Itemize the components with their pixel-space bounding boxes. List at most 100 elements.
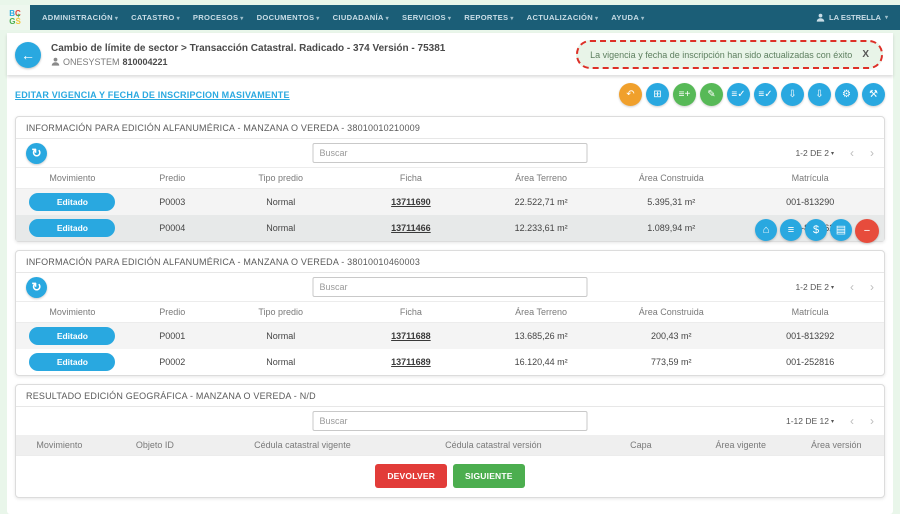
actions-row: EDITAR VIGENCIA Y FECHA DE INSCRIPCION M… (7, 75, 893, 110)
pagination: 1-2 DE 2 ▾ ‹ › (795, 148, 874, 158)
section-title: INFORMACIÓN PARA EDICIÓN ALFANUMÉRICA - … (16, 117, 884, 139)
home-icon[interactable]: ⌂ (755, 219, 777, 241)
nav-procesos[interactable]: PROCESOS (193, 13, 244, 22)
table-row-selected[interactable]: Editado P0004 Normal 13711466 12.233,61 … (16, 215, 884, 241)
predios-table: Movimiento Predio Tipo predio Ficha Área… (16, 167, 884, 241)
table-row[interactable]: Editado P0002 Normal 13711689 16.120,44 … (16, 349, 884, 375)
caret-down-icon: ▾ (831, 284, 834, 291)
back-arrow-icon: ← (21, 47, 35, 63)
table-row[interactable]: Editado P0003 Normal 13711690 22.522,71 … (16, 189, 884, 216)
col-movimiento: Movimiento (16, 435, 103, 456)
col-predio: Predio (129, 168, 216, 189)
toast-message: La vigencia y fecha de inscripción han s… (590, 50, 852, 60)
list-icon[interactable]: ≡ (780, 219, 802, 241)
table-header-row: Movimiento Objeto ID Cédula catastral vi… (16, 435, 884, 456)
col-matricula: Matrícula (736, 302, 884, 323)
status-badge[interactable]: Editado (29, 353, 115, 371)
next-page-icon[interactable]: › (870, 148, 874, 158)
devolver-button[interactable]: DEVOLVER (375, 464, 447, 488)
user-menu[interactable]: LA ESTRELLA (816, 13, 888, 22)
status-badge[interactable]: Editado (29, 327, 115, 345)
col-area-construida: Área Construida (606, 168, 736, 189)
nav-administracion[interactable]: ADMINISTRACIÓN (42, 13, 118, 22)
top-navbar: BC GS + ADMINISTRACIÓN CATASTRO PROCESOS… (0, 5, 900, 30)
remove-icon[interactable]: − (855, 219, 879, 243)
document-settings-icon[interactable]: ⚙ (835, 83, 858, 106)
pagination: 1-2 DE 2 ▾ ‹ › (795, 282, 874, 292)
gavel-icon[interactable]: ⚒ (862, 83, 885, 106)
col-ficha: Ficha (346, 168, 476, 189)
validate-list-alt-icon[interactable]: ≡✓ (754, 83, 777, 106)
ficha-link[interactable]: 13711690 (391, 197, 431, 207)
section-title: RESULTADO EDICIÓN GEOGRÁFICA - MANZANA O… (16, 385, 884, 407)
table-row[interactable]: Editado P0001 Normal 13711688 13.685,26 … (16, 323, 884, 350)
nav-ciudadania[interactable]: CIUDADANÍA (333, 13, 389, 22)
search-input[interactable] (313, 277, 588, 297)
undo-icon[interactable]: ↶ (619, 83, 642, 106)
breadcrumb: Cambio de límite de sector > Transacción… (51, 43, 445, 54)
footer-buttons: DEVOLVER SIGUIENTE (16, 456, 884, 497)
ficha-link[interactable]: 13711466 (391, 223, 431, 233)
add-note-icon[interactable]: ✎ (700, 83, 723, 106)
transaction-subtitle: ONESYSTEM 810004221 (51, 57, 445, 67)
status-badge[interactable]: Editado (29, 219, 115, 237)
col-movimiento: Movimiento (16, 302, 129, 323)
col-tipo-predio: Tipo predio (216, 302, 346, 323)
prev-page-icon[interactable]: ‹ (850, 416, 854, 426)
col-cedula-version: Cédula catastral versión (398, 435, 589, 456)
geografica-table: Movimiento Objeto ID Cédula catastral vi… (16, 435, 884, 456)
radicado-id: 810004221 (123, 57, 168, 67)
search-input[interactable] (313, 143, 588, 163)
person-icon (51, 57, 60, 66)
pagination-label[interactable]: 1-2 DE 2 (795, 282, 829, 292)
next-page-icon[interactable]: › (870, 416, 874, 426)
refresh-icon[interactable]: ↻ (26, 277, 47, 298)
siguiente-button[interactable]: SIGUIENTE (453, 464, 525, 488)
status-badge[interactable]: Editado (29, 193, 115, 211)
refresh-icon[interactable]: ↻ (26, 143, 47, 164)
user-icon (816, 13, 825, 22)
export-alt-icon[interactable]: ⇩ (808, 83, 831, 106)
col-objeto-id: Objeto ID (103, 435, 207, 456)
table-header-row: Movimiento Predio Tipo predio Ficha Área… (16, 302, 884, 323)
caret-down-icon: ▾ (831, 418, 834, 425)
validate-list-icon[interactable]: ≡✓ (727, 83, 750, 106)
nav-servicios[interactable]: SERVICIOS (402, 13, 451, 22)
prev-page-icon[interactable]: ‹ (850, 148, 854, 158)
col-matricula: Matrícula (736, 168, 884, 189)
caret-down-icon: ▾ (831, 150, 834, 157)
search-input[interactable] (313, 411, 588, 431)
nav-actualizacion[interactable]: ACTUALIZACIÓN (527, 13, 599, 22)
next-page-icon[interactable]: › (870, 282, 874, 292)
pagination-label[interactable]: 1-2 DE 2 (795, 148, 829, 158)
col-area-construida: Área Construida (606, 302, 736, 323)
ficha-link[interactable]: 13711688 (391, 331, 431, 341)
nav-documentos[interactable]: DOCUMENTOS (257, 13, 320, 22)
nav-ayuda[interactable]: AYUDA (611, 13, 644, 22)
nav-catastro[interactable]: CATASTRO (131, 13, 180, 22)
success-toast: La vigencia y fecha de inscripción han s… (576, 40, 883, 69)
col-ficha: Ficha (346, 302, 476, 323)
predios-table: Movimiento Predio Tipo predio Ficha Área… (16, 301, 884, 375)
nav-reportes[interactable]: REPORTES (464, 13, 513, 22)
col-capa: Capa (589, 435, 693, 456)
col-tipo-predio: Tipo predio (216, 168, 346, 189)
back-button[interactable]: ← (15, 42, 41, 68)
col-area-terreno: Área Terreno (476, 168, 606, 189)
prev-page-icon[interactable]: ‹ (850, 282, 854, 292)
map-viewer-icon[interactable]: ⊞ (646, 83, 669, 106)
app-logo[interactable]: BC GS + (0, 5, 30, 30)
money-icon[interactable]: $ (805, 219, 827, 241)
col-area-vigente: Área vigente (693, 435, 788, 456)
add-list-icon[interactable]: ≡+ (673, 83, 696, 106)
edit-vigencia-link[interactable]: EDITAR VIGENCIA Y FECHA DE INSCRIPCION M… (15, 90, 290, 100)
section-alfanumerica-1: INFORMACIÓN PARA EDICIÓN ALFANUMÉRICA - … (15, 116, 885, 242)
export-icon[interactable]: ⇩ (781, 83, 804, 106)
toolbar-icons: ↶ ⊞ ≡+ ✎ ≡✓ ≡✓ ⇩ ⇩ ⚙ ⚒ (619, 83, 885, 106)
col-movimiento: Movimiento (16, 168, 129, 189)
section-geografica: RESULTADO EDICIÓN GEOGRÁFICA - MANZANA O… (15, 384, 885, 498)
book-icon[interactable]: ▤ (830, 219, 852, 241)
toast-close-icon[interactable]: X (862, 49, 869, 60)
pagination-label[interactable]: 1-12 DE 12 (786, 416, 829, 426)
ficha-link[interactable]: 13711689 (391, 357, 431, 367)
